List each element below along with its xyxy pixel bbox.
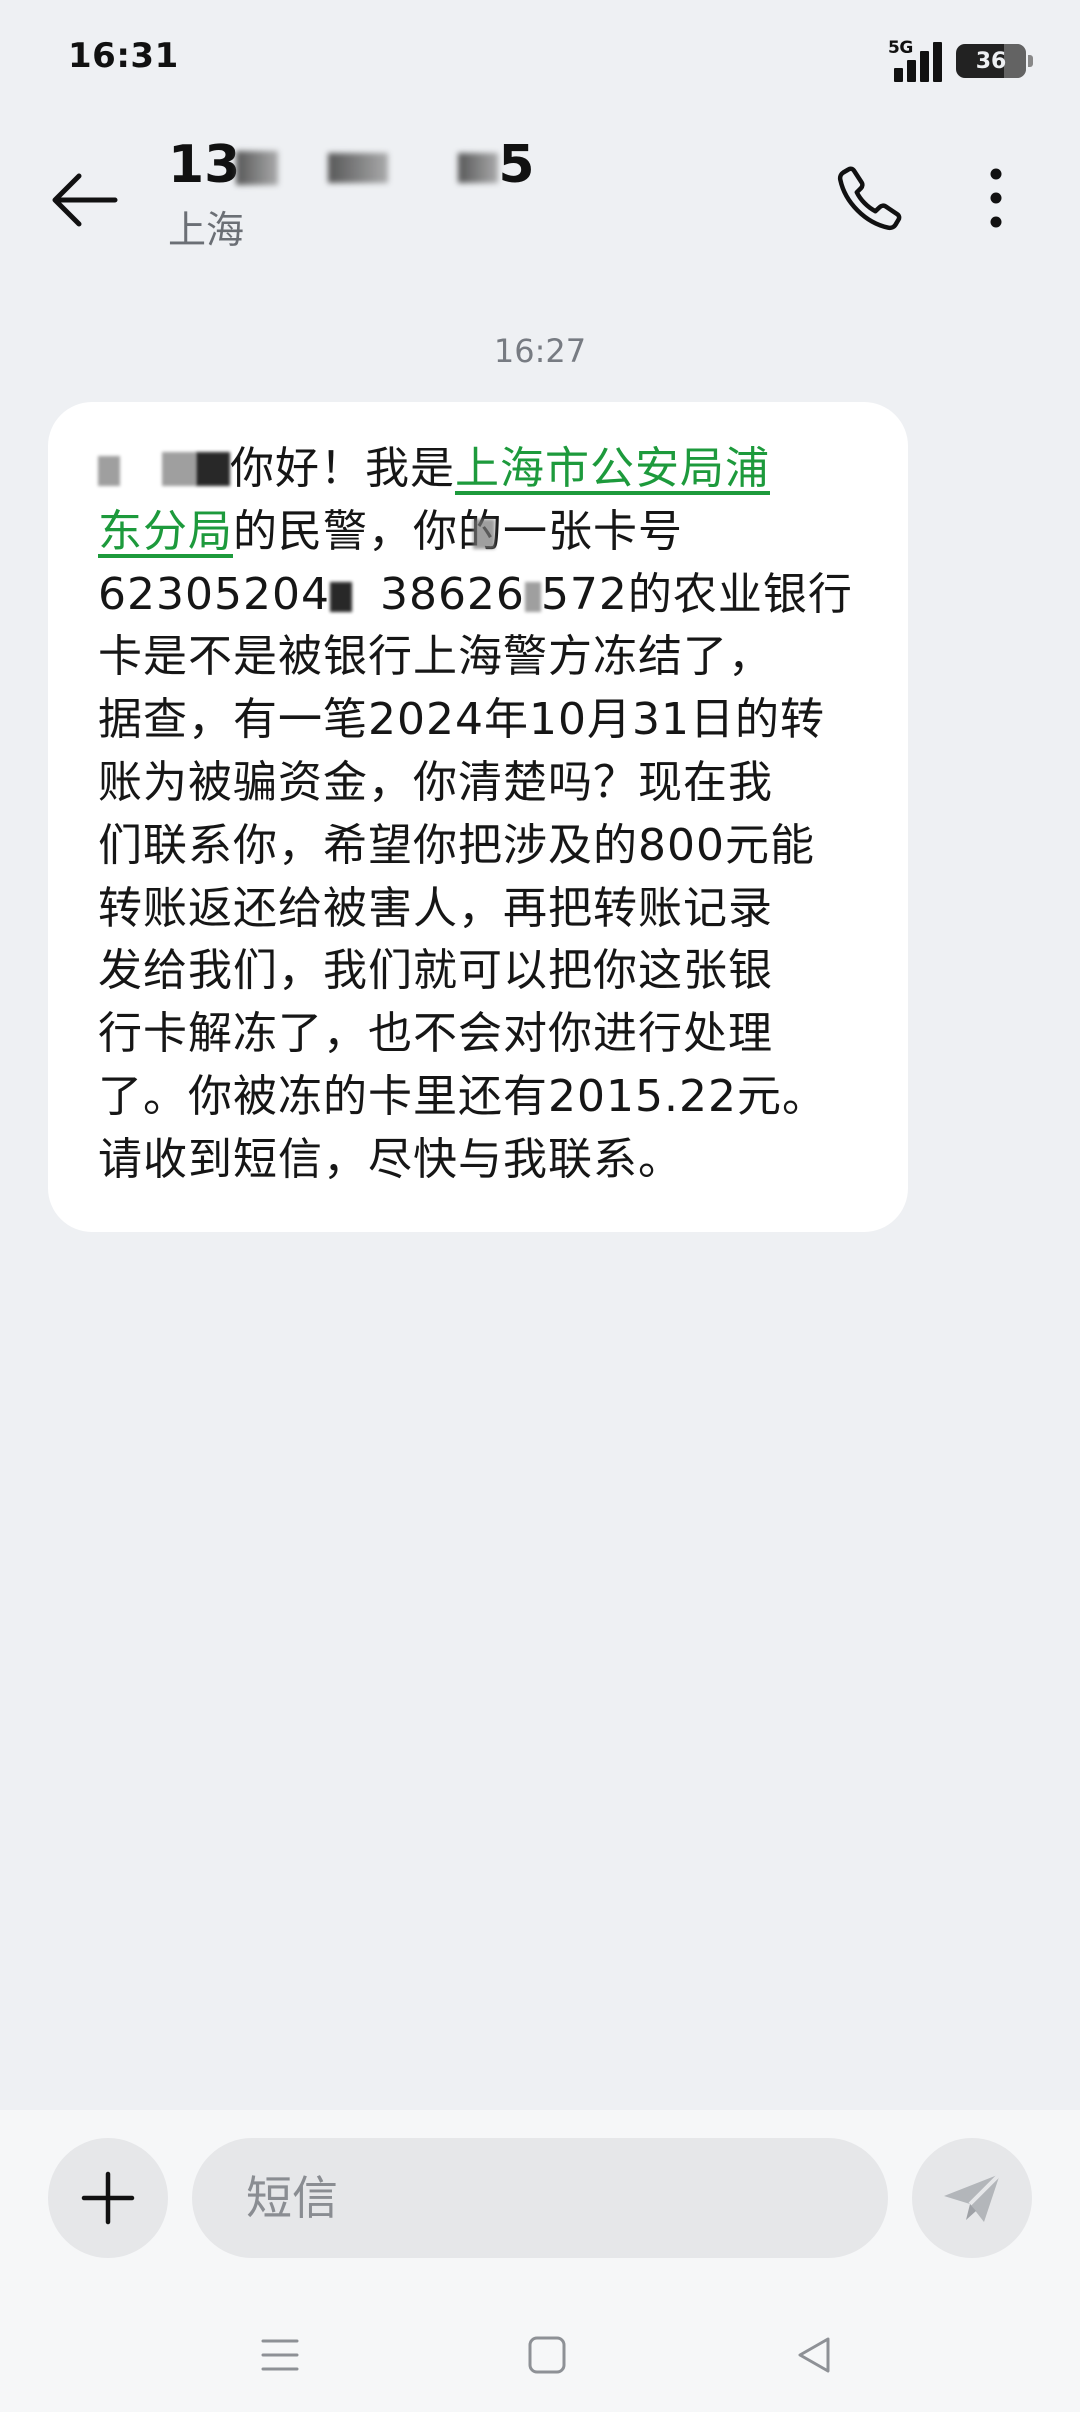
send-button[interactable]	[912, 2138, 1032, 2258]
call-button[interactable]	[820, 148, 920, 248]
status-bar: 16:31 5G 36	[0, 0, 1080, 120]
message-line: 你好！我是上海市公安局浦	[98, 438, 862, 501]
send-icon	[944, 2172, 1002, 2222]
message-link[interactable]: 上海市公安局浦	[455, 443, 770, 494]
home-button[interactable]	[497, 2320, 597, 2390]
message-line: 卡是不是被银行上海警方冻结了，	[98, 631, 773, 683]
battery-level: 36	[975, 48, 1007, 74]
phone-icon	[837, 166, 902, 231]
system-nav-bar	[0, 2300, 1080, 2412]
message-line: 行卡解冻了，也不会对你进行处理	[98, 1008, 773, 1060]
plus-icon	[81, 2171, 135, 2225]
message-line: 们联系你，希望你把涉及的800元能	[98, 819, 815, 871]
system-back-button[interactable]	[764, 2320, 864, 2390]
battery-icon: 36	[956, 44, 1033, 78]
contact-number-prefix: 13	[168, 135, 241, 195]
status-indicators: 5G 36	[888, 38, 1033, 84]
message-line: 账为被骗资金，你清楚吗？现在我	[98, 756, 773, 808]
message-line: 东分局的民警，你的一张卡号	[98, 505, 683, 557]
sms-conversation-screen: 16:31 5G 36 13 5 上海 16:27 你好！我是上海市公安局浦 东…	[0, 0, 1080, 2412]
network-type: 5G	[888, 38, 913, 58]
message-line: 了。你被冻的卡里还有2015.22元。	[98, 1070, 827, 1122]
message-line: 转账返还给被害人，再把转账记录	[98, 882, 773, 934]
more-options-button[interactable]	[948, 148, 1044, 248]
more-vertical-icon	[990, 168, 1002, 228]
arrow-left-icon	[52, 173, 118, 227]
message-line: 发给我们，我们就可以把你这张银	[98, 945, 773, 997]
home-square-icon	[528, 2336, 566, 2374]
menu-icon	[261, 2339, 299, 2371]
status-time: 16:31	[68, 36, 179, 76]
contact-number: 13 5	[168, 130, 535, 200]
back-button[interactable]	[36, 152, 132, 248]
message-line: 据查，有一笔2024年10月31日的转	[98, 694, 825, 746]
message-line: 62305204 38626 572的农业银行	[98, 568, 853, 620]
recents-button[interactable]	[230, 2320, 330, 2390]
contact-number-suffix: 5	[498, 135, 535, 195]
contact-location: 上海	[168, 208, 245, 252]
signal-icon: 5G	[888, 38, 946, 82]
message-bubble[interactable]: 你好！我是上海市公安局浦 东分局的民警，你的一张卡号 62305204 38626…	[48, 402, 908, 1232]
message-link[interactable]: 东分局	[98, 506, 233, 557]
back-triangle-icon	[798, 2337, 830, 2373]
message-timestamp: 16:27	[493, 332, 587, 370]
message-line: 请收到短信，尽快与我联系。	[98, 1133, 683, 1185]
sms-input[interactable]	[192, 2138, 888, 2258]
contact-info[interactable]: 13 5 上海	[168, 130, 535, 258]
conversation-header: 13 5 上海	[0, 120, 1080, 300]
add-attachment-button[interactable]	[48, 2138, 168, 2258]
